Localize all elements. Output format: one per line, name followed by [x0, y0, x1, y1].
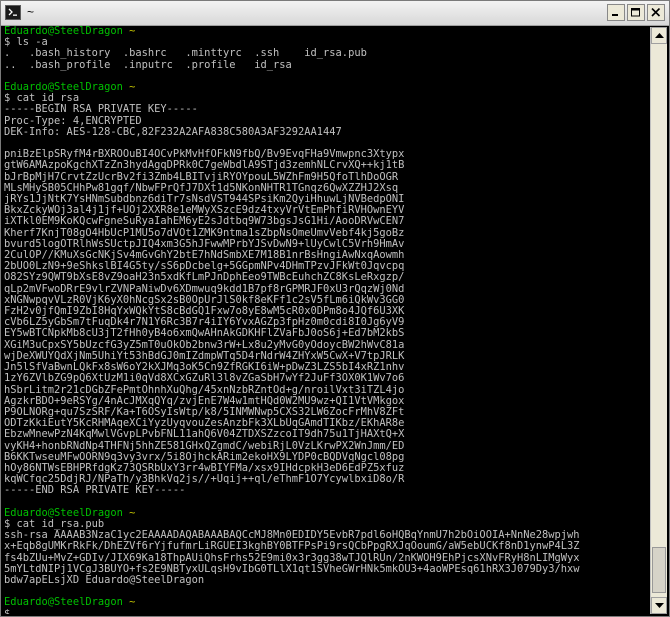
prompt-cwd: ~ [129, 506, 136, 519]
ls-output-line: .. .bash_profile .inputrc .profile id_rs… [4, 58, 292, 71]
prompt-user-host: Eduardo@SteelDragon [4, 81, 123, 94]
close-icon [651, 8, 661, 17]
prompt-user-host: Eduardo@SteelDragon [4, 506, 123, 519]
vertical-scrollbar[interactable] [650, 27, 667, 614]
private-key-body: pniBzElpSRyfM4rBXROOuBI4OCvPkMvHfOFkN9fb… [4, 148, 405, 486]
public-key-output: ssh-rsa AAAAB3NzaC1yc2EAAAADAQABAAABAQCc… [4, 529, 580, 586]
prompt-cwd: ~ [129, 26, 136, 37]
command-ls: $ ls -a [4, 36, 48, 49]
command-cat-public-key: $ cat id_rsa.pub [4, 517, 105, 530]
prompt-symbol: $ [4, 607, 17, 614]
command-cat-private-key: $ cat id_rsa [4, 92, 80, 105]
window-title: ~ [27, 5, 35, 19]
scrollbar-thumb[interactable] [652, 547, 666, 593]
prompt-user-host: Eduardo@SteelDragon [4, 596, 123, 609]
minimize-icon [612, 14, 618, 16]
arrow-up-icon [655, 33, 664, 38]
terminal-window: ~ Eduardo@SteelDragon ~ $ ls -a . .bash_… [0, 0, 670, 617]
prompt-cwd: ~ [129, 596, 136, 609]
private-key-footer: -----END RSA PRIVATE KEY----- [4, 484, 186, 497]
private-key-header: -----BEGIN RSA PRIVATE KEY----- Proc-Typ… [4, 103, 342, 138]
close-button[interactable] [647, 4, 665, 21]
arrow-down-icon [655, 603, 664, 608]
minimize-button[interactable] [607, 4, 625, 21]
maximize-button[interactable] [627, 4, 645, 21]
prompt-cwd: ~ [129, 81, 136, 94]
maximize-icon [631, 8, 640, 17]
terminal-output[interactable]: Eduardo@SteelDragon ~ $ ls -a . .bash_hi… [4, 26, 649, 614]
ls-output-line: . .bash_history .bashrc .minttyrc .ssh i… [4, 47, 367, 60]
window-controls [607, 4, 665, 21]
terminal-icon[interactable] [5, 5, 21, 20]
scroll-up-button[interactable] [651, 27, 667, 44]
title-bar[interactable]: ~ [1, 1, 669, 26]
scroll-down-button[interactable] [651, 597, 667, 614]
